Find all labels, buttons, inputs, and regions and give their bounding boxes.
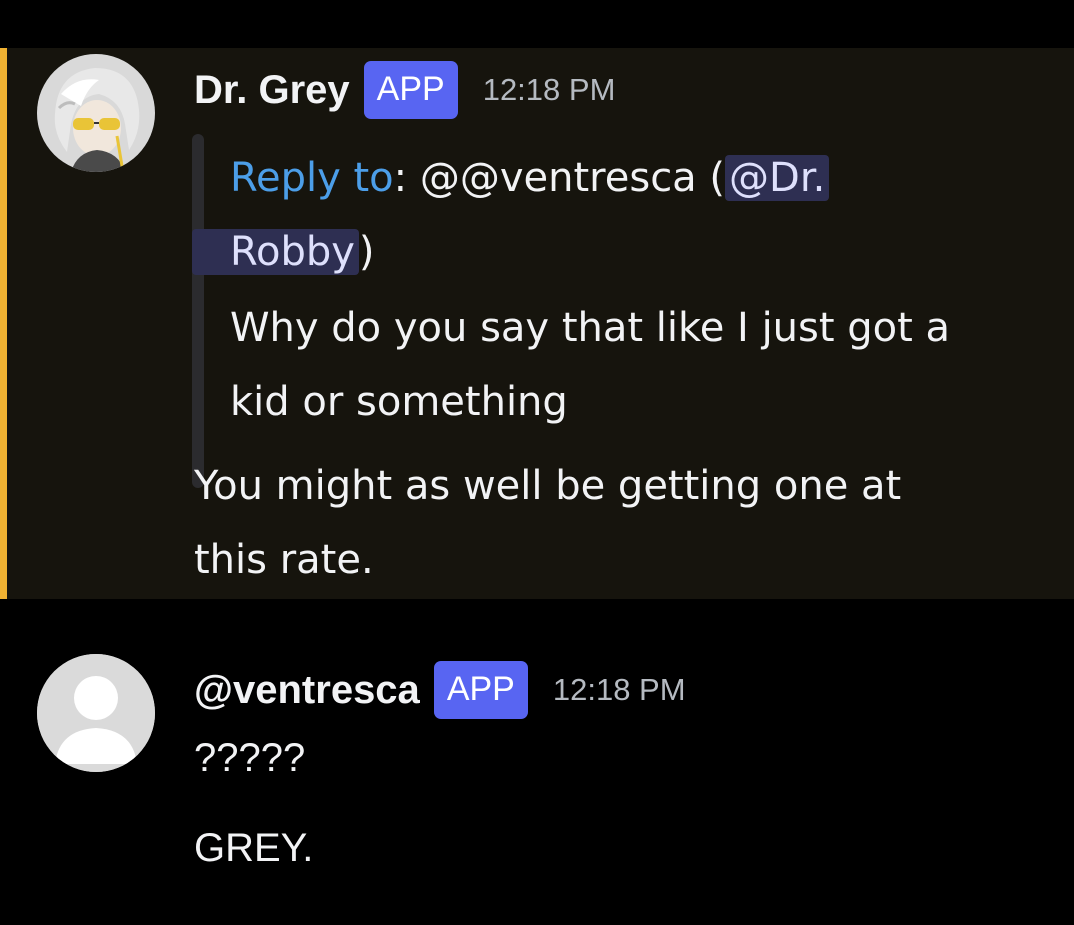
reply-reference-line2: Robby) (192, 214, 375, 290)
anime-character-avatar-icon (37, 54, 155, 172)
message-header: Dr. Grey APP 12:18 PM (194, 60, 615, 120)
reply-separator: : (393, 155, 408, 201)
paren-close: ) (358, 229, 375, 275)
quoted-text-line2: kid or something (230, 379, 568, 425)
username[interactable]: Dr. Grey (194, 68, 350, 113)
default-user-avatar-icon (37, 654, 155, 772)
reply-reference[interactable]: Reply to: @@ventresca (@Dr. (230, 140, 830, 216)
reply-target[interactable]: @ventresca (460, 155, 697, 201)
timestamp[interactable]: 12:18 PM (553, 672, 686, 708)
mention-highlight-bar (0, 48, 7, 599)
message-header: @ventresca APP 12:18 PM (194, 660, 686, 720)
message-text-line1: You might as well be getting one at (194, 463, 902, 509)
mention-dr-robby-part1[interactable]: @Dr. (725, 155, 830, 201)
quote-bar (192, 134, 204, 488)
app-badge: APP (363, 61, 458, 119)
username[interactable]: @ventresca (194, 668, 420, 713)
avatar[interactable] (37, 54, 155, 172)
paren-open: ( (709, 155, 726, 201)
mention-dr-robby-part2[interactable]: Robby (192, 229, 359, 275)
message-text-line1: ????? (194, 736, 306, 780)
message-dr-grey[interactable]: Dr. Grey APP 12:18 PM Reply to: @@ventre… (0, 48, 1074, 599)
message-text-line2: this rate. (194, 537, 374, 583)
message-text-line2: GREY. (194, 826, 314, 870)
quoted-text-line1: Why do you say that like I just got a (230, 305, 951, 351)
reply-label[interactable]: Reply to (230, 155, 394, 201)
app-badge: APP (433, 661, 528, 719)
timestamp[interactable]: 12:18 PM (483, 72, 616, 108)
avatar[interactable] (37, 654, 155, 772)
reply-target-prefix: @ (419, 155, 460, 201)
